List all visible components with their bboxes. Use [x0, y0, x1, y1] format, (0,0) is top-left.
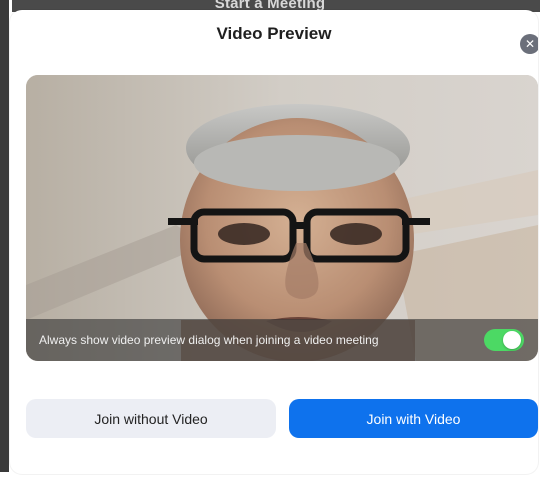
close-icon: ✕: [524, 37, 536, 51]
always-show-preview-toggle[interactable]: [484, 329, 524, 351]
video-preview: Always show video preview dialog when jo…: [26, 75, 538, 361]
dialog-title: Video Preview: [216, 24, 332, 43]
video-preview-dialog: Video Preview ✕ Always show video previe…: [10, 10, 538, 474]
join-with-video-button[interactable]: Join with Video: [289, 399, 538, 438]
close-button[interactable]: ✕: [520, 34, 538, 54]
toggle-knob: [503, 331, 521, 349]
preview-option-label: Always show video preview dialog when jo…: [39, 333, 379, 347]
join-without-video-button[interactable]: Join without Video: [26, 399, 276, 438]
preview-option-bar: Always show video preview dialog when jo…: [26, 319, 538, 361]
